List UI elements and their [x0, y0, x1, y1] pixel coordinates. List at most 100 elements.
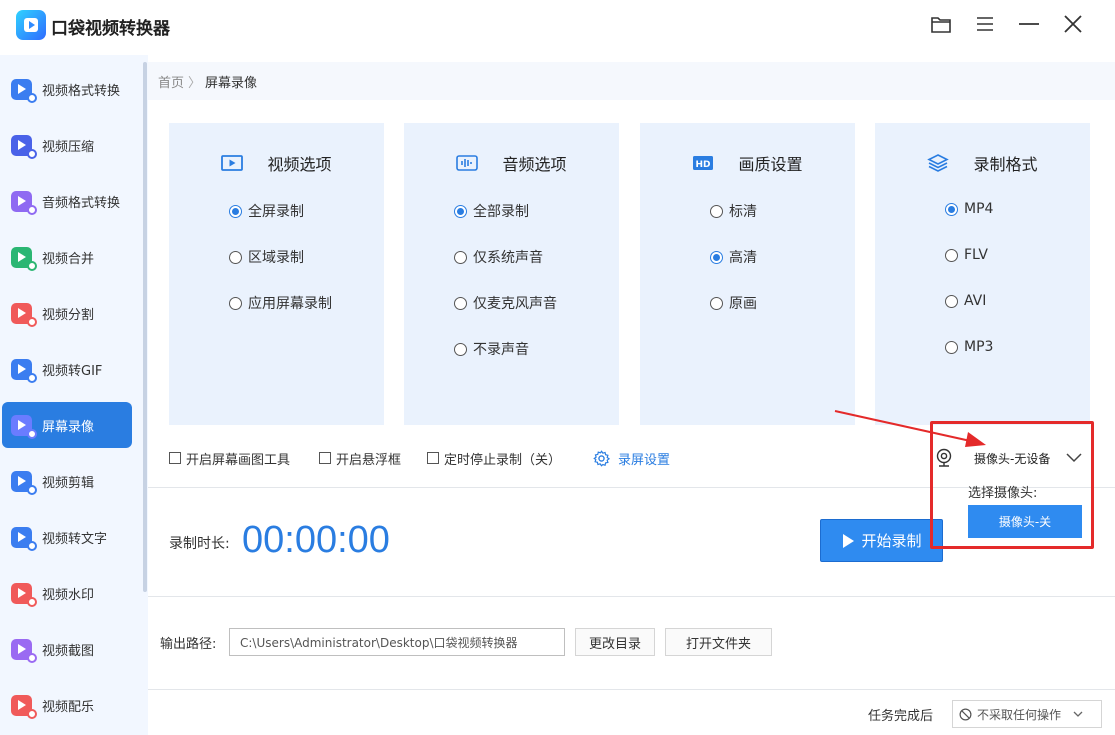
radio-option[interactable]: MP4: [945, 201, 993, 217]
option-card: 录制格式: [875, 123, 1090, 425]
radio-option[interactable]: 高清: [710, 247, 757, 267]
sidebar-item-label: 视频压缩: [42, 139, 95, 155]
video-tool-icon: [11, 246, 37, 271]
sidebar-item-label: 视频格式转换: [42, 83, 121, 99]
breadcrumb-separator: 〉: [188, 75, 202, 91]
card-title: 音频选项: [502, 155, 567, 174]
hd-icon: HD: [692, 155, 726, 171]
breadcrumb-home[interactable]: 首页: [158, 72, 184, 91]
radio-button[interactable]: [710, 296, 723, 310]
radio-button[interactable]: [454, 342, 467, 356]
video-tool-icon: [11, 638, 37, 663]
sidebar-item[interactable]: 视频转文字: [2, 514, 132, 560]
record-settings-link[interactable]: 录屏设置: [593, 448, 670, 468]
menu-icon[interactable]: [973, 12, 997, 36]
timed-stop-checkbox[interactable]: 定时停止录制（关）: [427, 448, 561, 468]
start-recording-label: 开始录制: [861, 532, 922, 550]
radio-option[interactable]: 不录声音: [454, 339, 529, 359]
chevron-down-icon: [1073, 711, 1083, 717]
after-task-label: 任务完成后: [868, 709, 934, 724]
radio-option[interactable]: 仅麦克风声音: [454, 293, 557, 313]
card-title: 视频选项: [267, 155, 332, 174]
video-tool-icon: [11, 526, 37, 551]
change-directory-button[interactable]: 更改目录: [575, 628, 655, 656]
card-title: 画质设置: [738, 155, 803, 174]
sidebar-item[interactable]: 视频转GIF: [2, 346, 132, 392]
checkbox-box[interactable]: [427, 452, 439, 464]
radio-label: 仅麦克风声音: [473, 296, 557, 312]
sidebar-item[interactable]: 视频格式转换: [2, 66, 132, 112]
layers-icon: [927, 154, 961, 172]
sidebar-item-label: 视频截图: [42, 643, 95, 659]
video-tool-icon: [11, 78, 37, 103]
start-recording-button[interactable]: 开始录制: [820, 519, 943, 562]
drawing-tool-checkbox[interactable]: 开启屏幕画图工具: [169, 448, 290, 468]
sidebar-item-label: 视频配乐: [42, 699, 95, 715]
radio-option[interactable]: 全屏录制: [229, 201, 304, 221]
video-play-icon: [221, 155, 255, 171]
radio-button[interactable]: [229, 296, 242, 310]
checkbox-box[interactable]: [169, 452, 181, 464]
output-path-field[interactable]: C:\Users\Administrator\Desktop\口袋视频转换器: [229, 628, 565, 656]
sidebar-scrollbar[interactable]: [143, 62, 147, 592]
radio-option[interactable]: 全部录制: [454, 201, 529, 221]
radio-option[interactable]: MP3: [945, 339, 993, 355]
option-card: 视频选项: [169, 123, 384, 425]
sidebar-item-label: 视频合并: [42, 251, 95, 267]
radio-label: 仅系统声音: [473, 250, 543, 266]
svg-text:HD: HD: [696, 160, 711, 170]
minimize-icon[interactable]: [1017, 12, 1041, 36]
radio-button[interactable]: [454, 250, 467, 264]
radio-button[interactable]: [710, 250, 723, 264]
sidebar-item[interactable]: 视频压缩: [2, 122, 132, 168]
radio-label: 标清: [729, 204, 757, 220]
card-header: 音频选项: [404, 151, 619, 175]
radio-button[interactable]: [229, 250, 242, 264]
radio-option[interactable]: FLV: [945, 247, 988, 263]
radio-option[interactable]: 标清: [710, 201, 757, 221]
sidebar-item[interactable]: 屏幕录像: [2, 402, 132, 448]
checkbox-box[interactable]: [319, 452, 331, 464]
radio-button[interactable]: [945, 202, 958, 216]
title-bar: 口袋视频转换器: [0, 0, 1115, 55]
radio-option[interactable]: 应用屏幕录制: [229, 293, 332, 313]
radio-button[interactable]: [710, 204, 723, 218]
radio-option[interactable]: 区域录制: [229, 247, 304, 267]
open-folder-button[interactable]: 打开文件夹: [665, 628, 772, 656]
sidebar-item-label: 视频转GIF: [42, 363, 103, 379]
radio-label: FLV: [964, 247, 988, 263]
radio-button[interactable]: [454, 204, 467, 218]
video-tool-icon: [11, 358, 37, 383]
sidebar-item[interactable]: 视频水印: [2, 570, 132, 616]
radio-button[interactable]: [454, 296, 467, 310]
radio-button[interactable]: [229, 204, 242, 218]
radio-option[interactable]: 仅系统声音: [454, 247, 543, 267]
sidebar-item[interactable]: 视频剪辑: [2, 458, 132, 504]
radio-label: 应用屏幕录制: [248, 296, 332, 312]
radio-label: MP4: [964, 201, 994, 217]
video-tool-icon: [11, 470, 37, 495]
sidebar-item[interactable]: 视频合并: [2, 234, 132, 280]
sidebar-item[interactable]: 视频分割: [2, 290, 132, 336]
duration-value: 00:00:00: [242, 519, 390, 561]
close-icon[interactable]: [1061, 12, 1085, 36]
folder-icon[interactable]: [929, 12, 953, 36]
app-title: 口袋视频转换器: [51, 19, 170, 39]
radio-button[interactable]: [945, 248, 958, 262]
sidebar-item[interactable]: 音频格式转换: [2, 178, 132, 224]
annotation-arrow-icon: [834, 410, 986, 447]
divider: [148, 596, 1115, 597]
radio-label: 高清: [729, 250, 757, 266]
after-task-select[interactable]: 不采取任何操作: [952, 700, 1102, 728]
sidebar-item[interactable]: 视频配乐: [2, 682, 132, 728]
radio-option[interactable]: 原画: [710, 293, 757, 313]
radio-label: 原画: [729, 296, 757, 312]
video-tool-icon: [11, 414, 37, 439]
video-tool-icon: [11, 694, 37, 719]
floating-window-checkbox[interactable]: 开启悬浮框: [319, 448, 401, 468]
radio-button[interactable]: [945, 340, 958, 354]
sidebar-item[interactable]: 视频截图: [2, 626, 132, 672]
radio-option[interactable]: AVI: [945, 293, 986, 309]
play-icon: [843, 533, 855, 548]
radio-button[interactable]: [945, 294, 958, 308]
